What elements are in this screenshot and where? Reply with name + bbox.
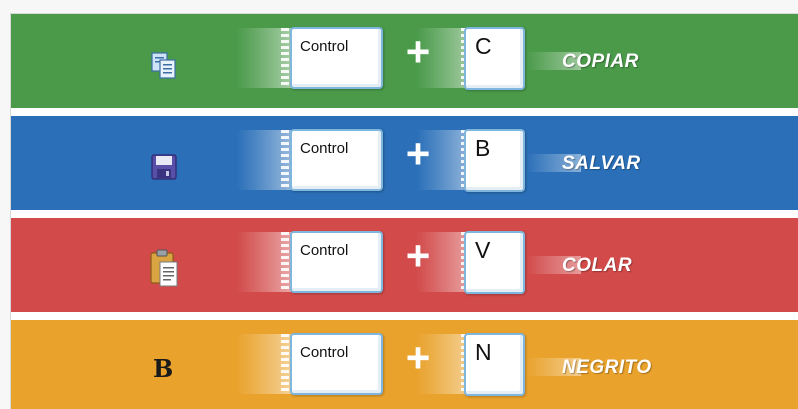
svg-text:B: B bbox=[153, 354, 173, 382]
save-icon bbox=[149, 152, 179, 182]
control-key-label: Control bbox=[300, 242, 349, 259]
paste-icon bbox=[149, 248, 179, 288]
letter-key-label: N bbox=[475, 339, 492, 365]
letter-key-label: C bbox=[475, 33, 492, 59]
motion-stripes bbox=[281, 28, 289, 88]
letter-key: B bbox=[464, 129, 525, 192]
letter-key: C bbox=[464, 27, 525, 90]
letter-key: V bbox=[464, 231, 525, 294]
control-key-label: Control bbox=[300, 140, 349, 157]
control-key: Control bbox=[290, 231, 383, 293]
letter-key-label: V bbox=[475, 237, 491, 263]
letter-key: N bbox=[464, 333, 525, 396]
control-key: Control bbox=[290, 129, 383, 191]
motion-stripes bbox=[281, 130, 289, 190]
action-label: COPIAR bbox=[562, 51, 639, 72]
control-key: Control bbox=[290, 27, 383, 89]
shortcut-row-negrito: B Control + N NEGRITO bbox=[11, 320, 798, 409]
motion-stripes bbox=[281, 232, 289, 292]
shortcut-row-copiar: Control + C COPIAR bbox=[11, 14, 798, 108]
copy-icon bbox=[149, 50, 179, 80]
shortcut-row-colar: Control + V COLAR bbox=[11, 218, 798, 312]
shortcut-row-salvar: Control + B SALVAR bbox=[11, 116, 798, 210]
action-label: SALVAR bbox=[562, 153, 641, 174]
letter-key-label: B bbox=[475, 135, 491, 161]
control-key: Control bbox=[290, 333, 383, 395]
motion-stripes bbox=[281, 334, 289, 394]
action-label: COLAR bbox=[562, 255, 633, 276]
control-key-label: Control bbox=[300, 344, 349, 361]
action-label: NEGRITO bbox=[562, 357, 652, 378]
bold-icon: B bbox=[149, 352, 179, 383]
shortcuts-panel: Control + C COPIAR Control + B bbox=[10, 13, 798, 409]
control-key-label: Control bbox=[300, 38, 349, 55]
